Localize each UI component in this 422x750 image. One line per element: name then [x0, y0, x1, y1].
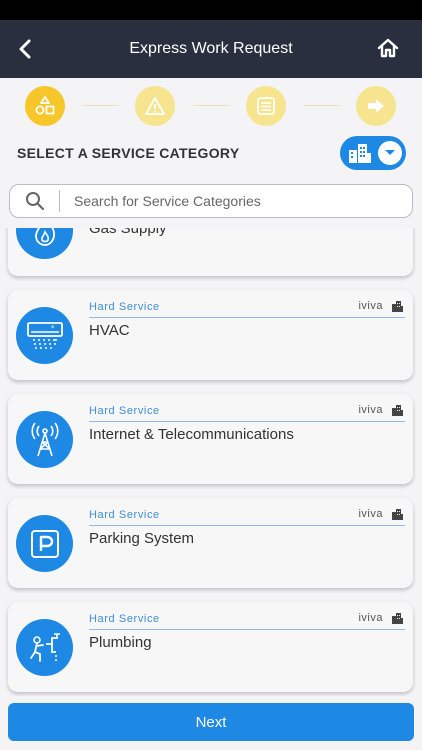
- building-icon: [392, 301, 403, 312]
- category-type: Hard Service: [89, 301, 160, 313]
- category-icon-badge: [16, 411, 73, 468]
- step-connector: [193, 105, 229, 106]
- page-title: Express Work Request: [129, 40, 293, 57]
- category-name: Gas Supply: [89, 228, 167, 237]
- step-category[interactable]: [25, 86, 65, 126]
- card-divider: [89, 525, 405, 526]
- svg-text:*: *: [51, 324, 55, 332]
- toggle-dropdown-knob: [378, 141, 402, 165]
- back-button[interactable]: [10, 32, 40, 66]
- card-divider: [89, 317, 405, 318]
- category-name: HVAC: [89, 322, 130, 339]
- building-icon: [392, 613, 403, 624]
- step-connector: [304, 105, 340, 106]
- search-bar: [9, 184, 413, 218]
- category-name: Plumbing: [89, 634, 152, 651]
- category-card-plumbing[interactable]: Hard Service iviva Plumbing: [8, 602, 413, 692]
- category-card-hvac[interactable]: * Hard Service iviva HVAC: [8, 290, 413, 380]
- section-title: SELECT A SERVICE CATEGORY: [17, 145, 240, 161]
- chevron-down-icon: [385, 150, 395, 155]
- search-icon: [25, 192, 44, 211]
- category-card-parking[interactable]: Hard Service iviva Parking System: [8, 498, 413, 588]
- progress-stepper: [0, 84, 422, 130]
- step-problem[interactable]: [135, 86, 175, 126]
- category-type: Hard Service: [89, 509, 160, 521]
- view-toggle-button[interactable]: [340, 136, 406, 170]
- home-button[interactable]: [374, 33, 402, 63]
- card-divider: [89, 629, 405, 630]
- chevron-left-icon: [19, 39, 31, 59]
- list-icon: [257, 97, 275, 115]
- status-bar: [0, 0, 422, 20]
- category-brand: iviva: [358, 508, 403, 520]
- step-details[interactable]: [246, 86, 286, 126]
- step-submit[interactable]: [356, 86, 396, 126]
- category-name: Internet & Telecommunications: [89, 426, 294, 443]
- air-conditioner-icon: *: [26, 321, 63, 349]
- brand-label: iviva: [358, 404, 383, 416]
- search-input[interactable]: [60, 193, 412, 209]
- flame-icon: [34, 228, 55, 246]
- navigation-bar: Express Work Request: [0, 20, 422, 78]
- arrow-right-icon: [368, 99, 384, 113]
- category-name: Parking System: [89, 530, 195, 547]
- parking-icon: [30, 529, 59, 558]
- category-icon-badge: *: [16, 307, 73, 364]
- antenna-tower-icon: [30, 422, 59, 456]
- building-icon: [349, 144, 371, 163]
- building-icon: [392, 405, 403, 416]
- plumber-icon: [29, 632, 60, 662]
- card-divider: [89, 421, 405, 422]
- category-type: Hard Service: [89, 613, 160, 625]
- shapes-icon: [35, 96, 55, 115]
- building-icon: [392, 509, 403, 520]
- home-icon: [377, 38, 399, 58]
- warning-icon: [145, 97, 165, 115]
- brand-label: iviva: [358, 508, 383, 520]
- category-type: Hard Service: [89, 405, 160, 417]
- category-icon-badge: [16, 619, 73, 676]
- category-card-internet[interactable]: Hard Service iviva Internet & Telecommun…: [8, 394, 413, 484]
- step-connector: [83, 105, 119, 106]
- next-button[interactable]: Next: [8, 703, 414, 741]
- category-card-gas-supply[interactable]: Gas Supply: [8, 228, 413, 276]
- category-icon-badge: [16, 228, 73, 259]
- brand-label: iviva: [358, 612, 383, 624]
- category-brand: iviva: [358, 404, 403, 416]
- category-list[interactable]: Gas Supply * Hard Service iviva HVAC Har…: [0, 228, 422, 696]
- brand-label: iviva: [358, 300, 383, 312]
- category-icon-badge: [16, 515, 73, 572]
- search-icon-container: [10, 190, 60, 212]
- category-brand: iviva: [358, 300, 403, 312]
- category-brand: iviva: [358, 612, 403, 624]
